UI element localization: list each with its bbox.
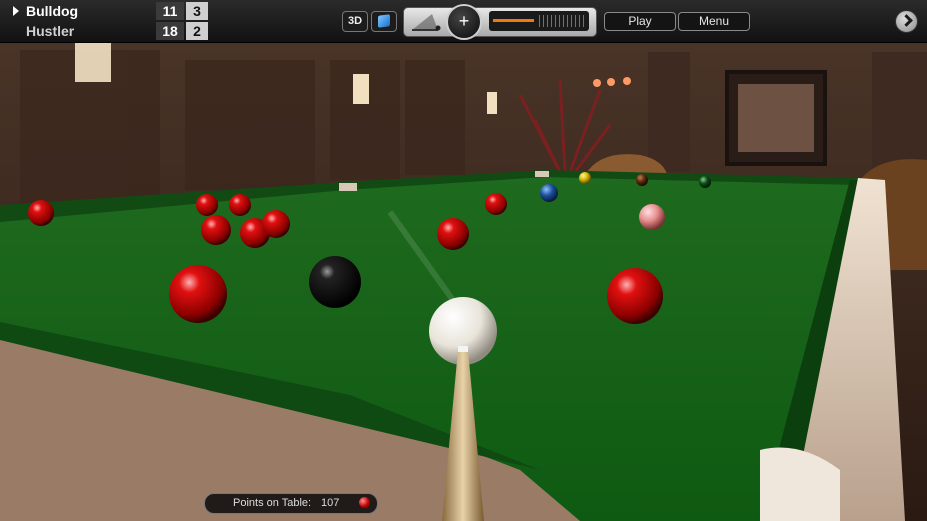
player-score: 11 bbox=[156, 2, 184, 20]
scoreboard: Bulldog 11 3 Hustler 18 2 bbox=[0, 0, 210, 42]
power-meter[interactable] bbox=[489, 11, 589, 31]
points-label: Points on Table: bbox=[233, 497, 312, 509]
snooker-scene bbox=[0, 40, 927, 521]
cue-spin-button[interactable]: + bbox=[446, 4, 482, 40]
pink-ball bbox=[639, 204, 665, 230]
play-button[interactable]: Play bbox=[604, 12, 676, 31]
red-ball bbox=[169, 265, 227, 323]
yellow-ball bbox=[579, 172, 591, 184]
red-ball bbox=[437, 218, 469, 250]
player-frames: 3 bbox=[186, 2, 208, 20]
ball-on-indicator bbox=[359, 497, 370, 508]
red-ball bbox=[262, 210, 290, 238]
menu-button[interactable]: Menu bbox=[678, 12, 750, 31]
player-name: Hustler bbox=[26, 23, 75, 39]
red-ball bbox=[229, 194, 251, 216]
red-ball bbox=[196, 194, 218, 216]
green-ball bbox=[699, 176, 711, 188]
player-frames: 2 bbox=[186, 22, 208, 40]
red-ball bbox=[28, 200, 54, 226]
active-player-arrow-icon bbox=[13, 6, 19, 16]
red-ball bbox=[485, 193, 507, 215]
blue-ball bbox=[540, 184, 558, 202]
red-ball bbox=[201, 215, 231, 245]
power-ticks bbox=[539, 15, 585, 27]
view-3d-button[interactable]: 3D bbox=[342, 11, 368, 32]
red-ball bbox=[607, 268, 663, 324]
brown-ball bbox=[636, 174, 648, 186]
next-button[interactable] bbox=[895, 10, 918, 33]
player-row: Bulldog 11 3 bbox=[0, 1, 210, 21]
player-score: 18 bbox=[156, 22, 184, 40]
top-toolbar: Bulldog 11 3 Hustler 18 2 3D + Play Menu bbox=[0, 0, 927, 43]
cube-icon bbox=[378, 14, 390, 28]
black-ball bbox=[309, 256, 361, 308]
points-on-table: Points on Table: 107 bbox=[204, 493, 378, 514]
player-name: Bulldog bbox=[26, 3, 79, 19]
chevron-right-icon bbox=[900, 14, 913, 27]
player-row: Hustler 18 2 bbox=[0, 21, 210, 41]
camera-view-button[interactable] bbox=[371, 11, 397, 32]
window-blind bbox=[648, 52, 690, 172]
points-value: 107 bbox=[321, 497, 340, 509]
cue-elevation-icon[interactable] bbox=[410, 12, 442, 32]
power-fill bbox=[493, 19, 534, 22]
